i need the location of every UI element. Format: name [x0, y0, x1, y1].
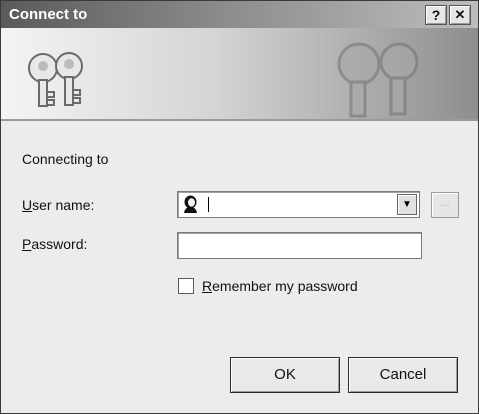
password-label-rest: assword:	[31, 236, 88, 252]
cancel-button[interactable]: Cancel	[348, 357, 458, 393]
username-access-key: U	[22, 197, 33, 213]
connecting-to-label: Connecting to	[22, 151, 109, 167]
browse-button[interactable]: ...	[431, 192, 459, 218]
password-field[interactable]	[177, 232, 422, 259]
close-button[interactable]: ✕	[449, 5, 471, 25]
remember-label-rest: emember my password	[212, 278, 358, 294]
username-combobox[interactable]: ▼	[177, 191, 420, 218]
connect-dialog: Connect to ? ✕ Connecting to User name: …	[0, 0, 479, 414]
keys-icon	[28, 52, 83, 107]
title-bar[interactable]: Connect to ? ✕	[1, 1, 478, 28]
remember-access-key: R	[202, 278, 213, 294]
password-access-key: P	[22, 236, 32, 252]
banner-separator	[1, 119, 478, 121]
remember-password-label[interactable]: Remember my password	[202, 278, 358, 294]
keys-watermark-icon	[337, 42, 419, 118]
remember-password-checkbox[interactable]	[178, 278, 194, 294]
password-label: Password:	[22, 236, 87, 252]
username-label-rest: ser name:	[32, 197, 95, 213]
text-caret	[208, 197, 209, 212]
window-title: Connect to	[9, 6, 88, 23]
help-button[interactable]: ?	[425, 5, 447, 25]
ok-button[interactable]: OK	[230, 357, 340, 393]
user-icon	[184, 195, 197, 213]
dropdown-arrow-icon[interactable]: ▼	[397, 194, 417, 215]
banner	[1, 28, 478, 119]
username-label: User name:	[22, 197, 94, 213]
